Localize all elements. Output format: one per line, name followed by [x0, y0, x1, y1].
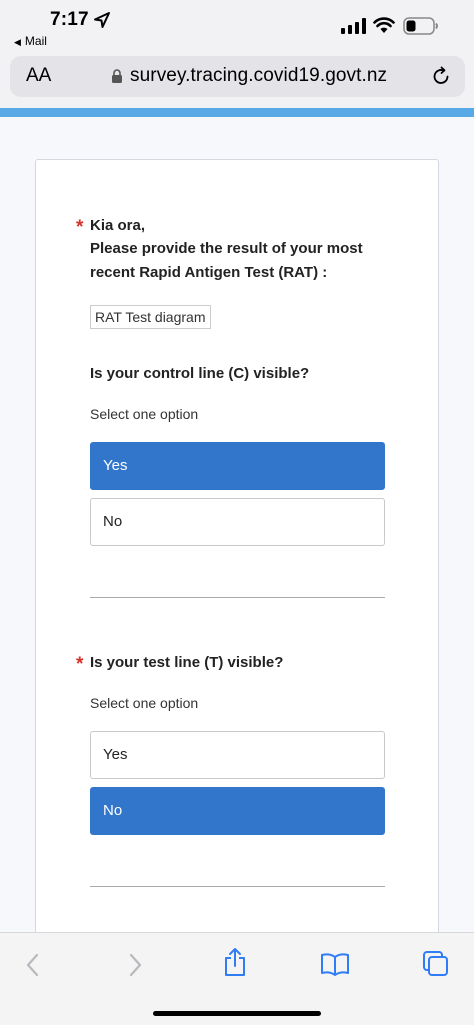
wifi-icon: [373, 17, 395, 33]
battery-icon: [403, 17, 438, 35]
intro-line-1: Please provide the result of your most: [90, 240, 363, 257]
back-triangle-icon: ◀: [14, 37, 21, 47]
share-icon[interactable]: [222, 947, 248, 977]
required-mark: *: [76, 217, 84, 238]
cellular-signal-icon: [341, 18, 366, 34]
browser-address-area: AA survey.tracing.covid19.govt.nz: [0, 56, 474, 108]
test-line-option-no[interactable]: No: [90, 787, 385, 835]
reload-icon[interactable]: [431, 66, 452, 87]
control-line-option-no[interactable]: No: [90, 498, 385, 546]
header-strip: [0, 108, 474, 117]
reader-settings-button[interactable]: AA: [26, 65, 51, 87]
bookmarks-icon[interactable]: [320, 952, 350, 976]
forward-icon[interactable]: [126, 953, 144, 977]
section-divider: [90, 597, 385, 598]
back-icon[interactable]: [24, 953, 42, 977]
status-bar: 7:17 ◀ Mail: [0, 0, 474, 56]
rat-test-diagram-image: RAT Test diagram: [90, 305, 211, 329]
tabs-icon[interactable]: [422, 950, 450, 978]
control-line-option-yes[interactable]: Yes: [90, 442, 385, 490]
question-control-line-label: Is your control line (C) visible?: [90, 365, 310, 382]
home-indicator: [153, 1011, 321, 1016]
test-line-option-yes[interactable]: Yes: [90, 731, 385, 779]
status-time: 7:17: [50, 9, 89, 30]
back-to-mail-button[interactable]: ◀ Mail: [14, 34, 47, 48]
intro-line-2: recent Rapid Antigen Test (RAT) :: [90, 264, 328, 281]
lock-icon: [112, 69, 122, 83]
intro-greeting: Kia ora,: [90, 217, 146, 234]
question-test-line-label: Is your test line (T) visible?: [90, 654, 284, 671]
location-arrow-icon: [94, 12, 110, 28]
survey-card: * Kia ora, Please provide the result of …: [35, 159, 439, 959]
question-test-line-hint: Select one option: [90, 695, 199, 711]
url-text[interactable]: survey.tracing.covid19.govt.nz: [130, 65, 387, 87]
question-control-line-hint: Select one option: [90, 406, 199, 422]
address-bar[interactable]: AA survey.tracing.covid19.govt.nz: [10, 56, 465, 97]
section-divider: [90, 886, 385, 887]
back-app-label: Mail: [24, 34, 47, 48]
required-mark: *: [76, 654, 84, 675]
